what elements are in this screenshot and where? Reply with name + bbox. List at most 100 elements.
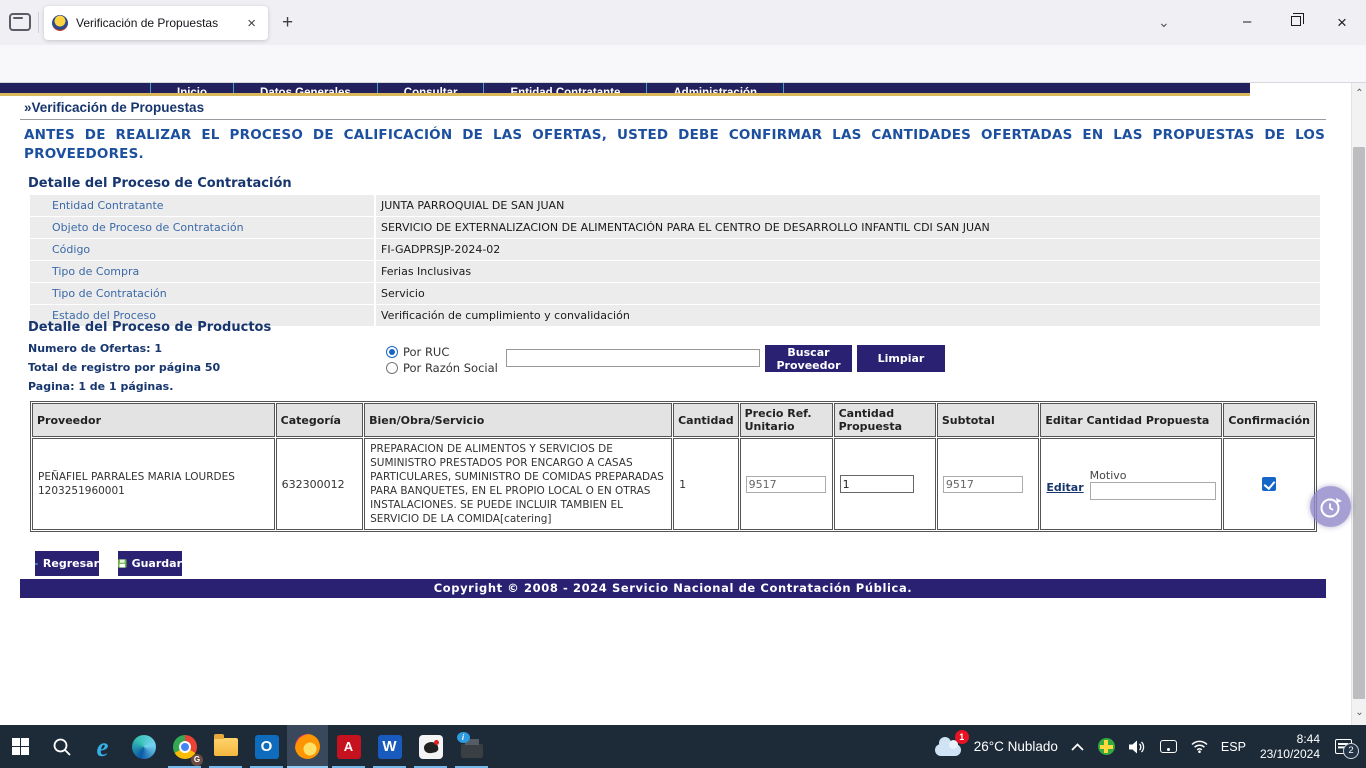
tray-expand-chevron-icon[interactable]	[1071, 743, 1084, 751]
detail-row: Entidad ContratanteJUNTA PARROQUIAL DE S…	[30, 195, 1320, 216]
start-button[interactable]	[0, 725, 41, 768]
site-menu-bar: Inicio Datos Generales Consultar Entidad…	[0, 83, 1250, 96]
radio-unselected-icon[interactable]	[386, 362, 398, 374]
subtotal-input	[943, 476, 1023, 493]
firefox-view-icon[interactable]	[9, 13, 31, 31]
menu-item-administracion[interactable]: Administración	[647, 83, 784, 96]
section-detalle-contratacion: Detalle del Proceso de Contratación	[28, 176, 292, 191]
internet-explorer-icon: e	[97, 735, 109, 759]
bird-app-icon	[419, 735, 443, 759]
copyright-footer: Copyright © 2008 - 2024 Servicio Naciona…	[20, 579, 1326, 598]
taskbar-word[interactable]: W	[369, 725, 410, 768]
warning-text: ANTES DE REALIZAR EL PROCESO DE CALIFICA…	[24, 126, 1325, 164]
browser-tab[interactable]: Verificación de Propuestas ×	[44, 6, 268, 40]
taskbar-printer-tool[interactable]: i	[451, 725, 492, 768]
scroll-down-icon[interactable]: ⌄	[1352, 707, 1366, 718]
save-icon	[118, 558, 127, 569]
taskbar-edge[interactable]	[123, 725, 164, 768]
menu-item-consultar[interactable]: Consultar	[378, 83, 485, 96]
browser-toolbar: ← → ⟳ https://www.compraspublicas.gob.ec…	[0, 45, 1366, 83]
search-icon	[52, 737, 72, 757]
word-icon: W	[378, 735, 402, 759]
motivo-input[interactable]	[1090, 482, 1216, 500]
file-explorer-icon	[214, 738, 238, 756]
precio-ref-input	[746, 476, 826, 493]
tab-list-chevron-icon[interactable]: ⌄	[1158, 14, 1170, 31]
detail-row: Tipo de CompraFerias Inclusivas	[30, 261, 1320, 282]
chrome-profile-badge: G	[191, 754, 203, 766]
editar-link[interactable]: Editar	[1046, 481, 1083, 494]
search-button[interactable]	[41, 725, 82, 768]
taskbar-internet-explorer[interactable]: e	[82, 725, 123, 768]
taskbar-acrobat[interactable]: A	[328, 725, 369, 768]
radio-por-razon-social[interactable]: Por Razón Social	[386, 361, 498, 375]
clock-icon	[1318, 494, 1344, 520]
site-favicon-icon	[52, 15, 68, 31]
radio-por-ruc[interactable]: Por RUC	[386, 345, 449, 359]
notification-badge: 2	[1343, 743, 1359, 759]
scrollbar-thumb[interactable]	[1353, 147, 1365, 699]
taskbar-bird-app[interactable]	[410, 725, 451, 768]
tray-time: 8:44	[1260, 732, 1320, 747]
weather-icon[interactable]: 1	[935, 738, 961, 756]
editar-cantidad-cell: Editar Motivo	[1040, 438, 1222, 530]
timer-overlay-widget[interactable]	[1310, 486, 1351, 527]
weather-badge: 1	[955, 730, 969, 744]
page-title: »Verificación de Propuestas	[24, 100, 204, 115]
antivirus-icon[interactable]	[1098, 738, 1115, 755]
guardar-button[interactable]: Guardar	[118, 551, 182, 576]
cantidad-cell: 1	[673, 438, 739, 530]
limpiar-button[interactable]: Limpiar	[857, 345, 945, 372]
provider-search-input[interactable]	[506, 349, 760, 367]
weather-text[interactable]: 26°C Nublado	[974, 739, 1058, 754]
cantidad-propuesta-cell	[834, 438, 936, 530]
taskbar-firefox-active[interactable]	[287, 725, 328, 768]
language-indicator[interactable]: ESP	[1221, 740, 1246, 754]
menu-item-inicio[interactable]: Inicio	[150, 83, 234, 96]
radio-selected-icon[interactable]	[386, 346, 398, 358]
process-details-table: Entidad ContratanteJUNTA PARROQUIAL DE S…	[30, 195, 1320, 327]
records-per-page: Total de registro por página 50	[28, 361, 220, 374]
restore-button[interactable]	[1291, 16, 1301, 26]
regresar-button[interactable]: Regresar	[35, 551, 99, 576]
wireless-display-icon[interactable]	[1160, 740, 1177, 753]
clock[interactable]: 8:44 23/10/2024	[1260, 732, 1320, 762]
menu-item-datos-generales[interactable]: Datos Generales	[234, 83, 378, 96]
pagination-info: Pagina: 1 de 1 páginas.	[28, 380, 173, 393]
taskbar-outlook[interactable]: O	[246, 725, 287, 768]
wifi-icon[interactable]	[1191, 740, 1208, 753]
detail-row: CódigoFI-GADPRSJP-2024-02	[30, 239, 1320, 260]
windows-taskbar: e G O A W i 1 26°C Nublado ESP 8:44 23/1…	[0, 725, 1366, 768]
info-bubble-icon: i	[457, 732, 470, 743]
tab-close-icon[interactable]: ×	[243, 15, 260, 32]
system-tray: 1 26°C Nublado ESP 8:44 23/10/2024 2	[928, 732, 1366, 762]
taskbar-chrome[interactable]: G	[164, 725, 205, 768]
cantidad-propuesta-input[interactable]	[840, 475, 914, 493]
windows-logo-icon	[12, 738, 29, 755]
subtotal-cell	[937, 438, 1040, 530]
menu-item-entidad[interactable]: Entidad Contratante	[484, 83, 647, 96]
taskbar-file-explorer[interactable]	[205, 725, 246, 768]
scroll-up-icon[interactable]: ⌃	[1352, 88, 1366, 99]
confirmation-checkbox[interactable]	[1262, 477, 1276, 491]
tray-date: 23/10/2024	[1260, 747, 1320, 762]
volume-icon[interactable]	[1129, 740, 1146, 754]
offers-count: Numero de Ofertas: 1	[28, 342, 162, 355]
close-window-button[interactable]: ×	[1337, 13, 1347, 33]
categoria-cell: 632300012	[276, 438, 363, 530]
acrobat-icon: A	[337, 735, 361, 759]
new-tab-button[interactable]: +	[282, 12, 293, 34]
confirmacion-cell	[1223, 438, 1315, 530]
buscar-proveedor-button[interactable]: Buscar Proveedor	[765, 345, 852, 372]
products-header-row: Proveedor Categoría Bien/Obra/Servicio C…	[32, 403, 1315, 437]
printer-icon: i	[461, 744, 483, 758]
minimize-button[interactable]: –	[1243, 13, 1251, 30]
precio-ref-cell	[740, 438, 833, 530]
motivo-label: Motivo	[1090, 469, 1216, 482]
page-scrollbar[interactable]: ⌃ ⌄	[1351, 83, 1366, 725]
back-arrow-icon	[35, 559, 38, 569]
notification-center-icon[interactable]: 2	[1335, 739, 1352, 754]
firefox-icon	[295, 734, 320, 759]
browser-tab-bar: Verificación de Propuestas × + ⌄ – ×	[0, 0, 1366, 45]
detail-row: Tipo de ContrataciónServicio	[30, 283, 1320, 304]
